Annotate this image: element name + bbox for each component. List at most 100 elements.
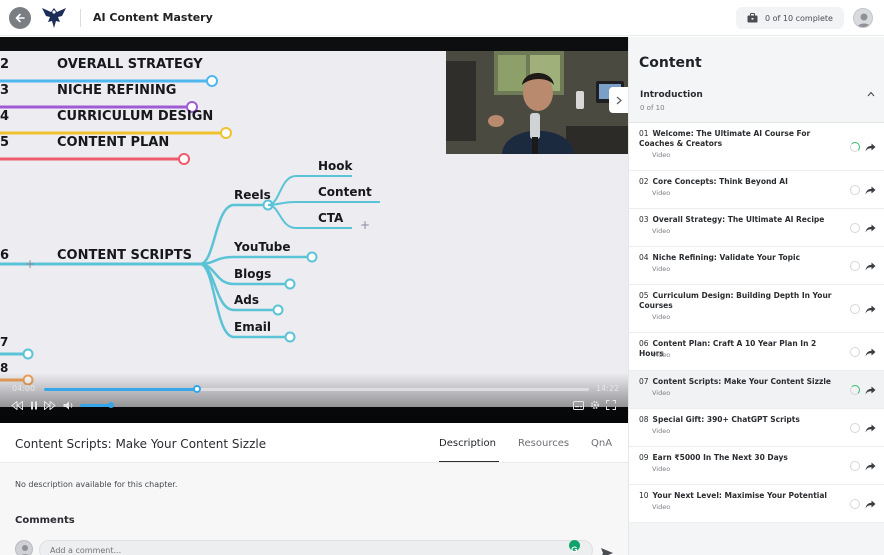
top-header: AI Content Mastery 0 of 10 complete [0, 0, 884, 36]
share-arrow-icon[interactable] [865, 462, 876, 471]
chapter-title-text: Special Gift: 390+ ChatGPT Scripts [652, 415, 800, 424]
chapter-row[interactable]: 08 Special Gift: 390+ ChatGPT Scripts Vide… [629, 409, 884, 447]
send-icon[interactable] [600, 544, 614, 555]
pause-icon[interactable] [29, 399, 39, 411]
chapter-title: 09 Earn ₹5000 In The Next 30 Days [639, 453, 834, 463]
chapter-row[interactable]: 03 Overall Strategy: The Ultimate AI Reci… [629, 209, 884, 247]
commenter-avatar-icon [15, 540, 33, 555]
mindmap-center-number: 6 [0, 248, 9, 263]
header-divider [80, 9, 81, 27]
mindmap-node-dot [272, 304, 284, 316]
description-area: No description available for this chapte… [0, 463, 628, 555]
mindmap-number: 3 [0, 83, 9, 98]
chapter-row[interactable]: 06 Content Plan: Craft A 10 Year Plan In … [629, 333, 884, 371]
chapter-status-icon [850, 142, 860, 152]
chapter-row[interactable]: 10 Your Next Level: Maximise Your Potenti… [629, 485, 884, 523]
section-introduction[interactable]: Introduction 0 of 10 [629, 81, 884, 121]
chapter-title: 10 Your Next Level: Maximise Your Potenti… [639, 491, 834, 501]
fast-forward-icon[interactable] [44, 399, 56, 411]
user-avatar-icon[interactable] [853, 8, 873, 28]
video-player[interactable]: 2 OVERALL STRATEGY 3 NICHE REFINING 4 CURRICU… [0, 37, 628, 423]
mindmap-branch-label: YouTube [233, 240, 291, 254]
grammarly-icon[interactable] [569, 540, 580, 553]
mindmap-number: 5 [0, 135, 9, 150]
chapter-status-icon [850, 461, 860, 471]
chapter-row[interactable]: 02 Core Concepts: Think Beyond AI Video [629, 171, 884, 209]
mindmap-leaf-branch [267, 201, 380, 206]
share-arrow-icon[interactable] [865, 305, 876, 314]
course-progress-pill[interactable]: 0 of 10 complete [736, 7, 844, 29]
arrow-left-icon[interactable] [9, 7, 31, 29]
chapter-number: 01 [639, 129, 649, 138]
chevron-up-icon[interactable] [867, 91, 875, 97]
chapter-title: 08 Special Gift: 390+ ChatGPT Scripts [639, 415, 834, 425]
chapter-type: Video [652, 265, 671, 273]
mindmap-item-label: NICHE REFINING [57, 83, 176, 98]
seek-handle[interactable] [192, 385, 201, 393]
chapter-row[interactable]: 04 Niche Refining: Validate Your Topic Vid… [629, 247, 884, 285]
chapter-number: 03 [639, 215, 649, 224]
fullscreen-icon[interactable] [605, 399, 617, 411]
chapter-title-text: Overall Strategy: The Ultimate AI Recipe [652, 215, 825, 224]
chapter-type: Video [652, 351, 671, 359]
share-arrow-icon[interactable] [865, 348, 876, 357]
eagle-logo-icon[interactable] [39, 5, 69, 31]
chevron-right-icon[interactable] [609, 87, 628, 113]
mindmap-leaf-label: CTA [318, 211, 344, 225]
chapter-status-icon [850, 499, 860, 509]
mindmap-center-label: CONTENT SCRIPTS [57, 248, 192, 263]
briefcase-icon [747, 13, 758, 23]
player-controls-overlay [0, 373, 628, 423]
chapter-list: 01 Welcome: The Ultimate AI Course For Co… [629, 123, 884, 523]
volume-slider[interactable] [80, 402, 115, 408]
chapter-title: 03 Overall Strategy: The Ultimate AI Reci… [639, 215, 834, 225]
mindmap-leaf-label: Content [318, 185, 372, 199]
comment-input[interactable] [39, 540, 593, 555]
chapter-status-icon [850, 304, 860, 314]
share-arrow-icon[interactable] [865, 262, 876, 271]
tab-description[interactable]: Description [439, 438, 496, 449]
share-arrow-icon[interactable] [865, 386, 876, 395]
mindmap-number: 7 [0, 335, 8, 349]
chapter-row[interactable]: 05 Curriculum Design: Building Depth In Y… [629, 285, 884, 333]
share-arrow-icon[interactable] [865, 500, 876, 509]
mindmap-sub-branch [199, 203, 268, 266]
plus-icon: + [25, 257, 35, 271]
mindmap-node-dot [284, 331, 296, 343]
duration: 14:22 [596, 384, 620, 393]
share-arrow-icon[interactable] [865, 186, 876, 195]
mindmap-item-label: CURRICULUM DESIGN [57, 109, 213, 124]
share-arrow-icon[interactable] [865, 143, 876, 152]
chapter-type: Video [652, 389, 671, 397]
chapter-row[interactable]: 09 Earn ₹5000 In The Next 30 Days Video [629, 447, 884, 485]
mindmap-item-label: CONTENT PLAN [57, 135, 169, 150]
tab-qna[interactable]: QnA [591, 438, 612, 449]
mindmap-branch-label: Ads [234, 293, 259, 307]
volume-handle[interactable] [108, 402, 115, 408]
chapter-row[interactable]: 07 Content Scripts: Make Your Content Siz… [629, 371, 884, 409]
lesson-panel: Content Scripts: Make Your Content Sizzl… [0, 423, 628, 555]
mindmap-number: 4 [0, 109, 9, 124]
description-text: No description available for this chapte… [15, 480, 178, 489]
settings-gear-icon[interactable] [589, 399, 601, 411]
seek-bar[interactable] [44, 385, 589, 393]
chapter-number: 05 [639, 291, 649, 300]
subtitles-icon[interactable] [572, 399, 584, 411]
control-buttons-row [0, 399, 628, 413]
chapter-type: Video [652, 189, 671, 197]
share-arrow-icon[interactable] [865, 224, 876, 233]
mindmap-branch-label: Email [234, 320, 271, 334]
volume-icon[interactable] [62, 399, 74, 411]
mindmap-leaf-label: Hook [318, 159, 354, 173]
tab-resources[interactable]: Resources [518, 438, 569, 449]
chapter-number: 09 [639, 453, 649, 462]
rewind-icon[interactable] [11, 399, 23, 411]
chapter-type: Video [652, 313, 671, 321]
lesson-title: Content Scripts: Make Your Content Sizzl… [15, 437, 267, 451]
comments-heading: Comments [15, 515, 75, 526]
chapter-title-text: Your Next Level: Maximise Your Potential [652, 491, 827, 500]
share-arrow-icon[interactable] [865, 424, 876, 433]
chapter-title: 01 Welcome: The Ultimate AI Course For Co… [639, 129, 834, 149]
chapter-row[interactable]: 01 Welcome: The Ultimate AI Course For Co… [629, 123, 884, 171]
app-title: AI Content Mastery [93, 11, 213, 24]
